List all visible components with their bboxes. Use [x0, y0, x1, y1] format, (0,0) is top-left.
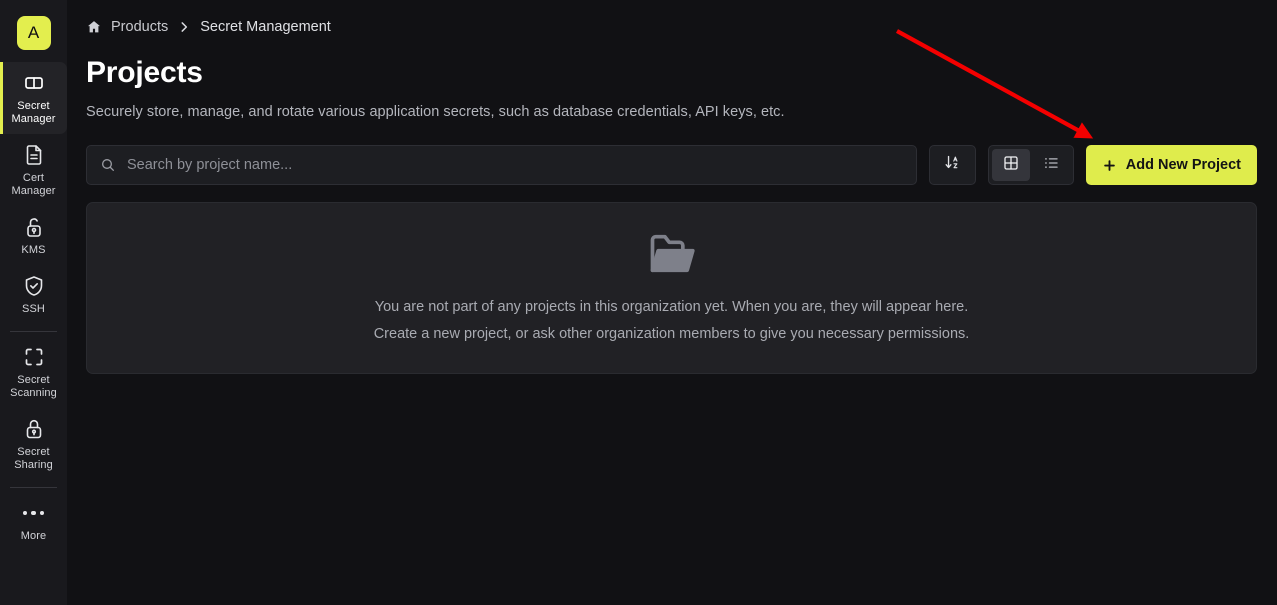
projects-empty-state: You are not part of any projects in this…	[86, 202, 1257, 374]
search-icon	[100, 157, 116, 173]
empty-state-line-2: Create a new project, or ask other organ…	[373, 326, 970, 342]
sidebar: A Secret Manager Cert Manager KMS SSH Se…	[0, 0, 67, 605]
secret-manager-icon	[22, 71, 46, 95]
page-description: Securely store, manage, and rotate vario…	[86, 104, 785, 120]
chevron-right-icon	[177, 20, 191, 34]
more-dots-icon	[22, 501, 45, 525]
list-view-button[interactable]	[1032, 149, 1070, 181]
sidebar-divider	[10, 487, 57, 488]
sidebar-item-label: Secret Scanning	[10, 374, 57, 399]
sidebar-item-label: Secret Sharing	[14, 446, 53, 471]
projects-toolbar: Add New Project	[86, 145, 1257, 185]
ssh-shield-check-icon	[22, 274, 46, 298]
sidebar-item-ssh[interactable]: SSH	[0, 265, 67, 324]
sidebar-divider	[10, 331, 57, 332]
empty-state-line-1: You are not part of any projects in this…	[374, 299, 969, 315]
sidebar-item-secret-sharing[interactable]: Secret Sharing	[0, 408, 67, 480]
sidebar-item-label: Cert Manager	[11, 172, 56, 197]
sidebar-nav: Secret Manager Cert Manager KMS SSH Secr…	[0, 62, 67, 551]
sidebar-item-cert-manager[interactable]: Cert Manager	[0, 134, 67, 206]
grid-view-icon	[1002, 154, 1020, 177]
page-title: Projects	[86, 56, 203, 89]
sidebar-item-label: SSH	[22, 303, 45, 315]
add-new-project-label: Add New Project	[1125, 157, 1241, 173]
secret-scanning-icon	[22, 345, 46, 369]
sort-alpha-desc-icon	[943, 153, 962, 177]
add-new-project-button[interactable]: Add New Project	[1085, 145, 1257, 185]
breadcrumb-products[interactable]: Products	[111, 19, 168, 35]
list-view-icon	[1042, 154, 1060, 177]
sidebar-item-label: KMS	[21, 244, 46, 256]
sidebar-item-label: More	[20, 530, 47, 542]
open-folder-icon	[646, 228, 698, 294]
breadcrumb-current: Secret Management	[200, 19, 331, 35]
kms-unlock-icon	[22, 215, 46, 239]
sort-button[interactable]	[928, 145, 976, 185]
view-toggle-group	[987, 145, 1074, 185]
search-input[interactable]	[127, 157, 903, 173]
org-logo[interactable]: A	[16, 16, 51, 50]
secret-sharing-lock-icon	[22, 417, 46, 441]
sidebar-item-kms[interactable]: KMS	[0, 206, 67, 265]
breadcrumb: Products Secret Management	[86, 0, 1257, 50]
plus-icon	[1102, 158, 1117, 173]
grid-view-button[interactable]	[991, 149, 1030, 181]
sidebar-item-label: Secret Manager	[11, 100, 56, 125]
sidebar-item-secret-scanning[interactable]: Secret Scanning	[0, 336, 67, 408]
app-root: A Secret Manager Cert Manager KMS SSH Se…	[0, 0, 1277, 605]
home-icon[interactable]	[86, 19, 102, 35]
cert-manager-icon	[22, 143, 46, 167]
main-content: Products Secret Management Projects Secu…	[67, 0, 1277, 605]
org-logo-label: A	[27, 23, 40, 42]
sidebar-item-secret-manager[interactable]: Secret Manager	[0, 62, 67, 134]
search-field[interactable]	[86, 145, 917, 185]
sidebar-item-more[interactable]: More	[0, 492, 67, 551]
